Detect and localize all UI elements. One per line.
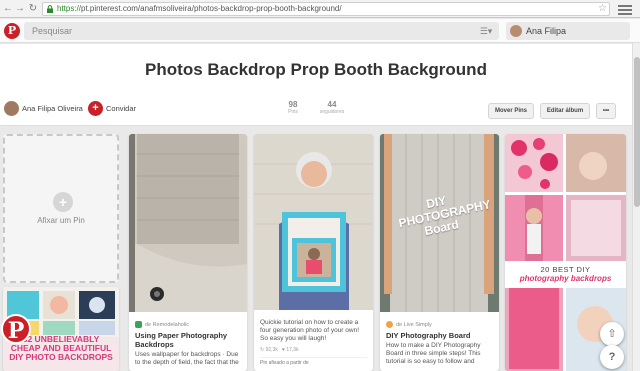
pins-stat[interactable]: 98 Pins (282, 100, 304, 115)
pin-paper-backdrops[interactable]: de Remodelaholic Using Paper Photography… (129, 134, 247, 371)
repin-icon: ↻ (260, 347, 265, 353)
pinterest-header: P Pesquisar ☰▾ Ana Filipa (0, 19, 640, 43)
add-icon: + (53, 192, 73, 212)
pin-source[interactable]: de Live Simply (380, 317, 499, 329)
help-button[interactable]: ? (600, 345, 624, 369)
pin-description: How to make a DIY Photography Board in t… (386, 342, 481, 365)
like-icon: ♥ (282, 347, 285, 353)
source-icon (386, 321, 393, 328)
user-profile-button[interactable]: Ana Filipa (506, 22, 630, 40)
url-scheme: https:// (57, 4, 82, 13)
board-owner[interactable]: Ana Filipa Oliveira (4, 101, 83, 117)
pinned-from: Pin afixado a partir de (260, 360, 309, 366)
caption-line-1: 20 BEST DIY (540, 265, 591, 274)
pin-four-generation[interactable]: Quickie tutorial on how to create a four… (254, 134, 373, 371)
caption-line-3: DIY PHOTO BACKDROPS (9, 352, 113, 362)
search-menu-icon[interactable]: ☰▾ (477, 24, 495, 38)
browser-toolbar: ← → ↻ https://pt.pinterest.com/anafmsoli… (0, 0, 640, 18)
repin-count: 92,3k (265, 347, 278, 353)
pin-description: Uses wallpaper for backdrops · Due to th… (135, 351, 239, 366)
caption-line-2: photography backdrops (519, 274, 612, 283)
invite-label: Convidar (106, 104, 137, 113)
source-icon (135, 321, 142, 328)
pins-label: Pins (288, 109, 298, 115)
scroll-top-button[interactable]: ⇧ (600, 322, 624, 346)
page-scrollbar[interactable] (632, 43, 640, 371)
followers-count: 44 (327, 100, 337, 109)
board-header: Photos Backdrop Prop Booth Background An… (0, 44, 632, 126)
owner-avatar (4, 101, 19, 116)
move-pins-button[interactable]: Mover Pins (488, 103, 534, 119)
board-title: Photos Backdrop Prop Booth Background (145, 60, 487, 79)
pins-count: 98 (288, 100, 298, 109)
more-options-button[interactable]: ••• (596, 103, 616, 119)
avatar (510, 25, 522, 37)
followers-stat[interactable]: 44 seguidores (314, 100, 350, 115)
pin-stats: ↻ 92,3k ♥ 17,3k (254, 345, 373, 355)
like-count: 17,3k (286, 347, 299, 353)
pin-source[interactable]: de Remodelaholic (129, 317, 247, 329)
url-path: pt.pinterest.com/anafmsoliveira/photos-b… (81, 4, 342, 13)
source-name: de Live Simply (396, 322, 432, 328)
user-name: Ana Filipa (526, 26, 567, 36)
source-name: de Remodelaholic (145, 322, 190, 328)
bookmark-star-icon[interactable]: ☆ (598, 3, 607, 14)
pin-title: DIY Photography Board (386, 331, 471, 340)
pin-title: Using Paper Photography Backdrops (135, 331, 228, 349)
add-pin-label: Afixar um Pin (37, 216, 85, 225)
pin-diy-photography-board[interactable]: DIY PHOTOGRAPHY Board de Live Simply DIY… (380, 134, 499, 371)
scrollbar-thumb[interactable] (634, 57, 640, 207)
pinterest-logo-icon[interactable]: P (1, 314, 31, 344)
invite-button[interactable]: + Convidar (88, 101, 136, 117)
followers-label: seguidores (319, 109, 345, 115)
search-input[interactable]: Pesquisar (24, 22, 499, 40)
edit-board-button[interactable]: Editar álbum (540, 103, 590, 119)
back-icon[interactable]: ← (2, 3, 14, 15)
browser-menu-icon[interactable] (618, 3, 632, 15)
reload-icon[interactable]: ↻ (27, 3, 39, 15)
pin-image (254, 134, 373, 310)
pinterest-logo-icon[interactable]: P (4, 23, 20, 39)
pin-image-caption: 20 BEST DIY photography backdrops (505, 262, 626, 288)
forward-icon[interactable]: → (14, 3, 26, 15)
address-bar[interactable]: https://pt.pinterest.com/anafmsoliveira/… (42, 2, 610, 16)
lock-icon (47, 5, 53, 13)
pin-image (129, 134, 247, 312)
owner-name: Ana Filipa Oliveira (22, 104, 83, 113)
add-pin-tile[interactable]: + Afixar um Pin (3, 134, 119, 283)
invite-plus-icon: + (88, 101, 103, 116)
pin-description: Quickie tutorial on how to create a four… (260, 319, 360, 342)
